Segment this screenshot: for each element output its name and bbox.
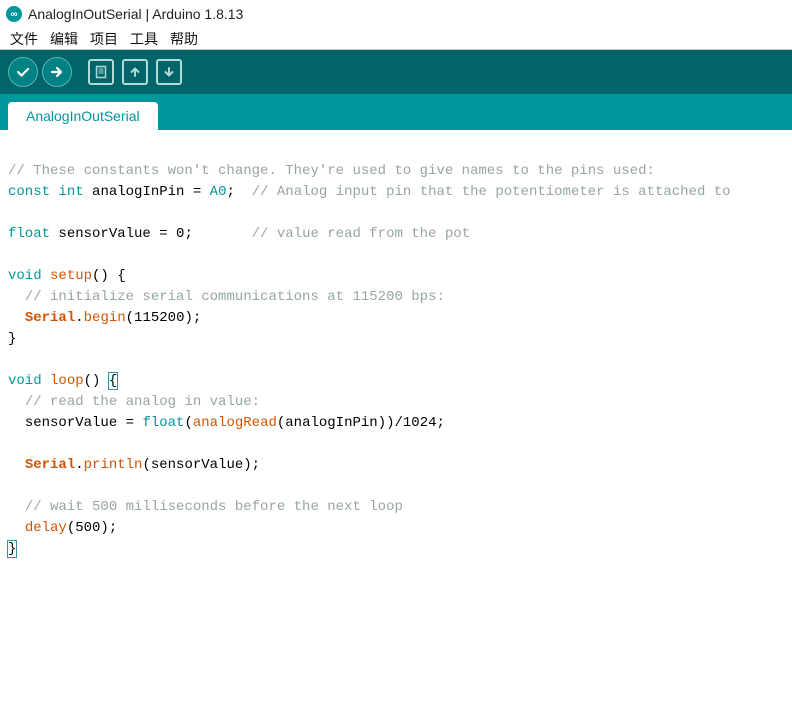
code-line: // initialize serial communications at 1… [8, 287, 784, 308]
menu-sketch[interactable]: 项目 [84, 29, 124, 49]
code-line: Serial.println(sensorValue); [8, 455, 784, 476]
menu-help[interactable]: 帮助 [164, 29, 204, 49]
menu-tools[interactable]: 工具 [124, 29, 164, 49]
title-bar: ∞ AnalogInOutSerial | Arduino 1.8.13 [0, 0, 792, 28]
menu-edit[interactable]: 编辑 [44, 29, 84, 49]
code-line: // These constants won't change. They're… [8, 161, 784, 182]
arduino-logo-icon: ∞ [6, 6, 22, 22]
tool-bar [0, 50, 792, 94]
sketch-tab[interactable]: AnalogInOutSerial [8, 102, 158, 130]
code-line [8, 203, 784, 224]
menu-file[interactable]: 文件 [4, 29, 44, 49]
tab-bar: AnalogInOutSerial [0, 94, 792, 130]
code-line: } [8, 329, 784, 350]
arrow-right-icon [49, 64, 65, 80]
file-icon [94, 65, 108, 79]
code-line: void loop() { [8, 371, 784, 392]
window-title: AnalogInOutSerial | Arduino 1.8.13 [28, 6, 243, 22]
code-line [8, 350, 784, 371]
code-line [8, 140, 784, 161]
code-line: void setup() { [8, 266, 784, 287]
arrow-up-icon [128, 65, 142, 79]
new-button[interactable] [86, 57, 116, 87]
code-line: sensorValue = float(analogRead(analogInP… [8, 413, 784, 434]
verify-button[interactable] [8, 57, 38, 87]
code-line: // read the analog in value: [8, 392, 784, 413]
save-button[interactable] [154, 57, 184, 87]
check-icon [15, 64, 31, 80]
code-line: const int analogInPin = A0; // Analog in… [8, 182, 784, 203]
code-line [8, 434, 784, 455]
code-line: // wait 500 milliseconds before the next… [8, 497, 784, 518]
code-line: delay(500); [8, 518, 784, 539]
code-editor[interactable]: // These constants won't change. They're… [0, 130, 792, 700]
code-line: Serial.begin(115200); [8, 308, 784, 329]
code-line: float sensorValue = 0; // value read fro… [8, 224, 784, 245]
code-line: } [8, 539, 784, 560]
arrow-down-icon [162, 65, 176, 79]
code-line [8, 245, 784, 266]
menu-bar: 文件 编辑 项目 工具 帮助 [0, 28, 792, 50]
upload-button[interactable] [42, 57, 72, 87]
code-line [8, 476, 784, 497]
open-button[interactable] [120, 57, 150, 87]
